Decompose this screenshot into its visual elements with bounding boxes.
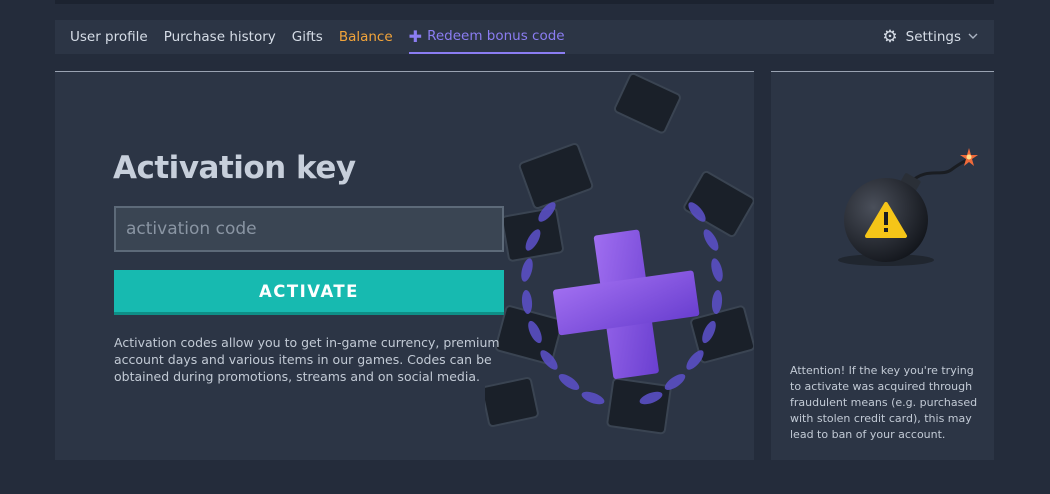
warning-panel: Attention! If the key you're trying to a… <box>771 71 994 460</box>
gear-icon: ⚙ <box>882 27 898 47</box>
tab-user-profile[interactable]: User profile <box>70 20 148 54</box>
warning-bomb-icon <box>838 148 978 266</box>
settings-dropdown[interactable]: ⚙ Settings <box>882 20 978 54</box>
tab-purchase-history[interactable]: Purchase history <box>164 20 276 54</box>
tab-gifts[interactable]: Gifts <box>292 20 323 54</box>
activation-code-input[interactable] <box>114 206 504 252</box>
laurel-plus-illustration <box>485 72 754 435</box>
activation-description: Activation codes allow you to get in-gam… <box>114 335 500 384</box>
settings-label: Settings <box>905 29 961 45</box>
tab-redeem-label: Redeem bonus code <box>427 28 565 44</box>
warning-text: Attention! If the key you're trying to a… <box>790 364 978 441</box>
account-nav: User profile Purchase history Gifts Bala… <box>55 20 994 54</box>
tab-redeem-bonus-code[interactable]: ✚ Redeem bonus code <box>408 20 565 54</box>
chevron-down-icon <box>968 32 978 43</box>
page-title: Activation key <box>113 150 356 186</box>
activate-button[interactable]: ACTIVATE <box>114 270 504 315</box>
plus-icon: ✚ <box>408 26 423 46</box>
redeem-panel: Activation key ACTIVATE Activation codes… <box>55 71 754 460</box>
top-strip <box>55 0 994 4</box>
tab-balance[interactable]: Balance <box>339 20 393 54</box>
